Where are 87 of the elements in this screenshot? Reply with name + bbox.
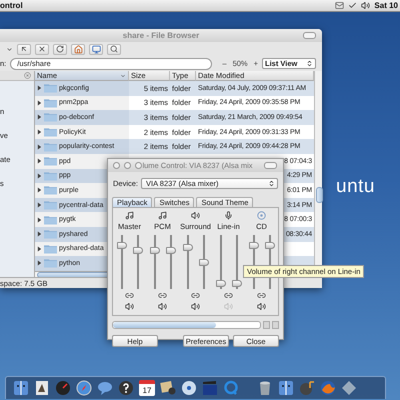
stop-button[interactable] [35, 44, 49, 54]
chain-link-icon[interactable] [257, 291, 266, 300]
globe-icon[interactable] [320, 380, 336, 396]
music-note-icon [158, 211, 167, 220]
music-note-icon [125, 211, 134, 220]
expander-icon[interactable] [37, 172, 42, 179]
up-button[interactable] [17, 44, 31, 54]
folder-icon [44, 244, 57, 254]
spinner-arrows-icon [268, 180, 275, 187]
speaker-icon [191, 211, 200, 220]
slider-thumb[interactable] [198, 258, 208, 266]
slider-thumb[interactable] [150, 246, 160, 254]
speech-bubble-icon[interactable] [97, 380, 113, 396]
expander-icon[interactable] [37, 202, 42, 208]
sort-caret-icon [120, 72, 126, 78]
check-icon[interactable] [348, 1, 358, 10]
face-icon[interactable] [13, 380, 29, 396]
folder-icon [44, 258, 57, 268]
computer-button[interactable] [89, 44, 103, 54]
app-title: ontrol [0, 1, 23, 10]
microphone-icon [224, 211, 233, 220]
slider-thumb[interactable] [264, 242, 274, 250]
chain-link-icon[interactable] [191, 291, 200, 300]
chain-link-icon[interactable] [125, 291, 134, 300]
mail-icon[interactable] [335, 1, 344, 10]
slider-thumb[interactable] [166, 246, 176, 254]
compass-icon[interactable] [76, 380, 92, 396]
expander-icon[interactable] [37, 144, 42, 150]
folder-icon [44, 185, 57, 196]
expander-icon[interactable] [37, 85, 42, 92]
folder-icon [44, 127, 57, 138]
home-button[interactable] [71, 44, 85, 54]
folder-icon [44, 170, 57, 181]
window-title: share - File Browser [122, 31, 200, 40]
close-icon[interactable] [24, 72, 31, 79]
speaker-icon[interactable] [158, 302, 167, 311]
folder-icon [44, 214, 57, 225]
slider-thumb[interactable] [216, 280, 226, 287]
clock[interactable]: Sat 10 [374, 1, 398, 10]
face-icon[interactable] [278, 380, 294, 396]
speaker-note-icon[interactable] [299, 380, 315, 396]
music-disc-icon[interactable] [181, 380, 197, 396]
toolbar-toggle-icon[interactable] [303, 32, 316, 39]
folder-icon [44, 156, 57, 166]
slider-thumb[interactable] [232, 280, 242, 287]
photos-icon[interactable] [160, 380, 176, 396]
reload-button[interactable] [53, 44, 67, 54]
search-button[interactable] [107, 44, 121, 54]
horizontal-scrollbar[interactable] [112, 321, 279, 329]
expander-icon[interactable] [37, 216, 42, 223]
gauge-icon[interactable] [55, 380, 71, 396]
volume-icon[interactable] [361, 1, 370, 10]
expander-icon[interactable] [37, 100, 42, 106]
photo-icon[interactable] [34, 380, 50, 396]
folder-icon [44, 98, 57, 108]
slider-thumb[interactable] [116, 242, 126, 250]
folder-icon [44, 83, 57, 94]
folder-icon [44, 112, 57, 122]
desktop-logo-text: untu [336, 176, 375, 198]
trash-icon[interactable] [257, 380, 273, 396]
expander-icon[interactable] [37, 129, 42, 136]
speaker-icon[interactable] [125, 302, 134, 311]
expander-icon[interactable] [37, 114, 42, 120]
speaker-icon[interactable] [257, 302, 266, 311]
expander-icon[interactable] [37, 187, 42, 194]
folder-icon [44, 200, 57, 210]
arrow-icon [20, 45, 28, 53]
expander-icon[interactable] [37, 231, 42, 238]
slider-thumb[interactable] [132, 246, 142, 254]
help-icon[interactable] [118, 380, 134, 396]
spinner-arrows-icon [306, 60, 313, 67]
folder-icon [44, 142, 57, 152]
folder-icon [44, 229, 57, 240]
slider-thumb[interactable] [182, 244, 192, 252]
chain-link-icon[interactable] [224, 291, 233, 300]
expander-icon[interactable] [37, 260, 42, 266]
speaker-icon[interactable] [191, 302, 200, 311]
calendar-icon[interactable]: 17 [139, 380, 155, 396]
expander-icon[interactable] [37, 158, 42, 164]
chain-link-icon[interactable] [158, 291, 167, 300]
close-icon [38, 45, 46, 53]
slider-thumb[interactable] [248, 242, 258, 250]
diamond-icon[interactable] [341, 380, 357, 396]
toolbar-toggle-icon[interactable] [264, 162, 277, 169]
expander-icon[interactable] [37, 246, 42, 252]
disc-icon [257, 211, 266, 220]
caret-icon[interactable] [6, 46, 13, 52]
